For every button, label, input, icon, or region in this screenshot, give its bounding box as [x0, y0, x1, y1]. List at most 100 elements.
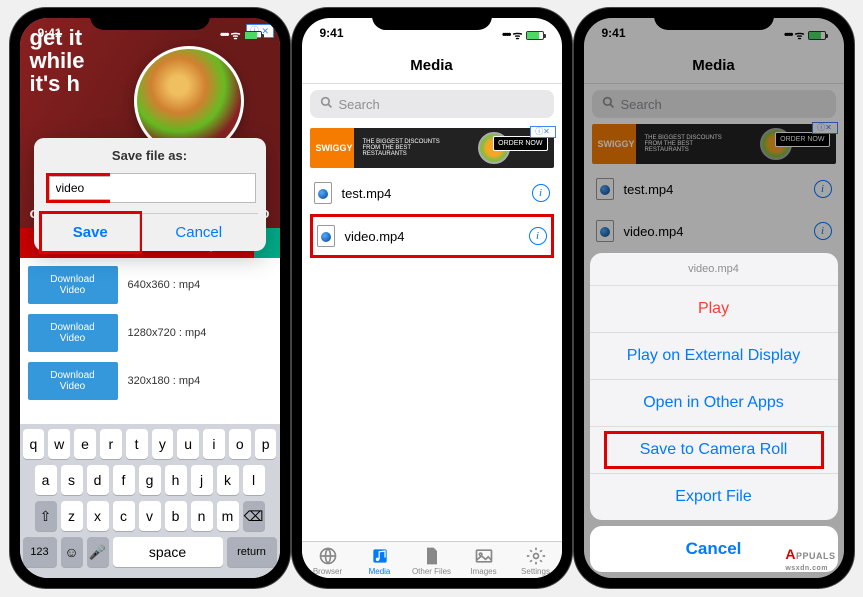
info-icon[interactable]: i [532, 184, 550, 202]
nav-title: Media [410, 57, 453, 74]
info-icon[interactable]: i [529, 227, 547, 245]
status-time: 9:41 [38, 26, 62, 44]
key-n[interactable]: n [191, 501, 213, 531]
file-row-video-highlight[interactable]: video.mp4 i [310, 214, 554, 258]
key-e[interactable]: e [74, 429, 96, 459]
tab-settings[interactable]: Settings [510, 546, 562, 576]
sheet-title: video.mp4 [590, 253, 838, 285]
status-time: 9:41 [320, 26, 344, 44]
file-name: video.mp4 [345, 229, 405, 244]
tab-bar: Browser Media Other Files Images Setting… [302, 541, 562, 578]
key-m[interactable]: m [217, 501, 239, 531]
key-q[interactable]: q [23, 429, 45, 459]
wifi-icon: ᯤ [230, 28, 240, 43]
ad-banner[interactable]: SWIGGY THE BIGGEST DISCOUNTS FROM THE BE… [310, 128, 554, 168]
dialog-title: Save file as: [42, 148, 258, 163]
tab-browser[interactable]: Browser [302, 546, 354, 576]
key-g[interactable]: g [139, 465, 161, 495]
key-k[interactable]: k [217, 465, 239, 495]
key-y[interactable]: y [152, 429, 174, 459]
ad-text: THE BIGGEST DISCOUNTS FROM THE BEST REST… [363, 139, 443, 157]
key-v[interactable]: v [139, 501, 161, 531]
screen-3: 9:41 •••• ᯤ Media [584, 18, 844, 578]
cancel-button[interactable]: Cancel [139, 214, 258, 251]
key-c[interactable]: c [113, 501, 135, 531]
key-l[interactable]: l [243, 465, 265, 495]
kb-row-3: ⇧ z x c v b n m ⌫ [23, 501, 277, 531]
video-file-icon [317, 225, 335, 247]
key-h[interactable]: h [165, 465, 187, 495]
key-o[interactable]: o [229, 429, 251, 459]
tab-media[interactable]: Media [354, 546, 406, 576]
filename-input[interactable] [49, 176, 111, 200]
key-x[interactable]: x [87, 501, 109, 531]
download-button[interactable]: Download Video [28, 314, 118, 352]
signal-icon: •••• [220, 29, 227, 41]
screen-1: 9:41 •••• ᯤ ⓘ ✕ get it while it's h orc … [20, 18, 280, 578]
download-row: Download Video 1280x720 : mp4 [28, 314, 272, 352]
key-emoji[interactable]: ☺ [61, 537, 83, 567]
key-p[interactable]: p [255, 429, 277, 459]
save-highlight: Save [39, 211, 143, 254]
key-z[interactable]: z [61, 501, 83, 531]
battery-icon [244, 31, 262, 40]
key-b[interactable]: b [165, 501, 187, 531]
download-row: Download Video 640x360 : mp4 [28, 266, 272, 304]
key-r[interactable]: r [100, 429, 122, 459]
phone-frame-1: 9:41 •••• ᯤ ⓘ ✕ get it while it's h orc … [10, 8, 290, 588]
kb-row-1: q w e r t y u i o p [23, 429, 277, 459]
notch [372, 8, 492, 30]
tab-other-files[interactable]: Other Files [406, 546, 458, 576]
nav-bar: Media [302, 48, 562, 84]
key-backspace[interactable]: ⌫ [243, 501, 265, 531]
key-a[interactable]: a [35, 465, 57, 495]
key-space[interactable]: space [113, 537, 223, 567]
notch [90, 8, 210, 30]
kb-row-4: 123 ☺ 🎤 space return [23, 537, 277, 567]
order-button[interactable]: ORDER NOW [493, 136, 547, 151]
notch [654, 8, 774, 30]
action-external-display[interactable]: Play on External Display [590, 332, 838, 379]
download-row: Download Video 320x180 : mp4 [28, 362, 272, 400]
filename-input-ext[interactable] [110, 173, 256, 203]
save-dialog: Save file as: Save Cancel [34, 138, 266, 251]
key-i[interactable]: i [203, 429, 225, 459]
action-sheet: video.mp4 Play Play on External Display … [590, 253, 838, 572]
key-d[interactable]: d [87, 465, 109, 495]
save-button[interactable]: Save [42, 214, 140, 251]
search-input[interactable]: Search [310, 90, 554, 118]
key-return[interactable]: return [227, 537, 277, 567]
key-mic[interactable]: 🎤 [87, 537, 109, 567]
tab-images[interactable]: Images [458, 546, 510, 576]
kb-row-2: a s d f g h j k l [23, 465, 277, 495]
download-format: 1280x720 : mp4 [128, 327, 207, 339]
phone-frame-3: 9:41 •••• ᯤ Media [574, 8, 854, 588]
battery-icon [526, 31, 544, 40]
key-j[interactable]: j [191, 465, 213, 495]
action-sheet-group: video.mp4 Play Play on External Display … [590, 253, 838, 520]
download-format: 640x360 : mp4 [128, 279, 201, 291]
search-icon [320, 96, 333, 112]
key-s[interactable]: s [61, 465, 83, 495]
download-list: Download Video 640x360 : mp4 Download Vi… [20, 258, 280, 418]
download-button[interactable]: Download Video [28, 266, 118, 304]
filename-highlight [46, 173, 114, 203]
file-row-test[interactable]: test.mp4 i [302, 172, 562, 214]
keyboard[interactable]: q w e r t y u i o p a s d f g h j k l [20, 424, 280, 578]
key-shift[interactable]: ⇧ [35, 501, 57, 531]
wifi-icon: ᯤ [512, 28, 522, 43]
key-u[interactable]: u [177, 429, 199, 459]
action-save-camera-roll[interactable]: Save to Camera Roll [590, 426, 838, 473]
action-play[interactable]: Play [590, 285, 838, 332]
download-button[interactable]: Download Video [28, 362, 118, 400]
key-123[interactable]: 123 [23, 537, 57, 567]
key-t[interactable]: t [126, 429, 148, 459]
key-w[interactable]: w [48, 429, 70, 459]
download-format: 320x180 : mp4 [128, 375, 201, 387]
action-open-other-apps[interactable]: Open in Other Apps [590, 379, 838, 426]
signal-icon: •••• [502, 29, 509, 41]
action-export-file[interactable]: Export File [590, 473, 838, 520]
key-f[interactable]: f [113, 465, 135, 495]
ad-close-icon[interactable]: ⓘ✕ [530, 126, 556, 138]
watermark: APPUALS wsxdn.com [785, 546, 835, 572]
